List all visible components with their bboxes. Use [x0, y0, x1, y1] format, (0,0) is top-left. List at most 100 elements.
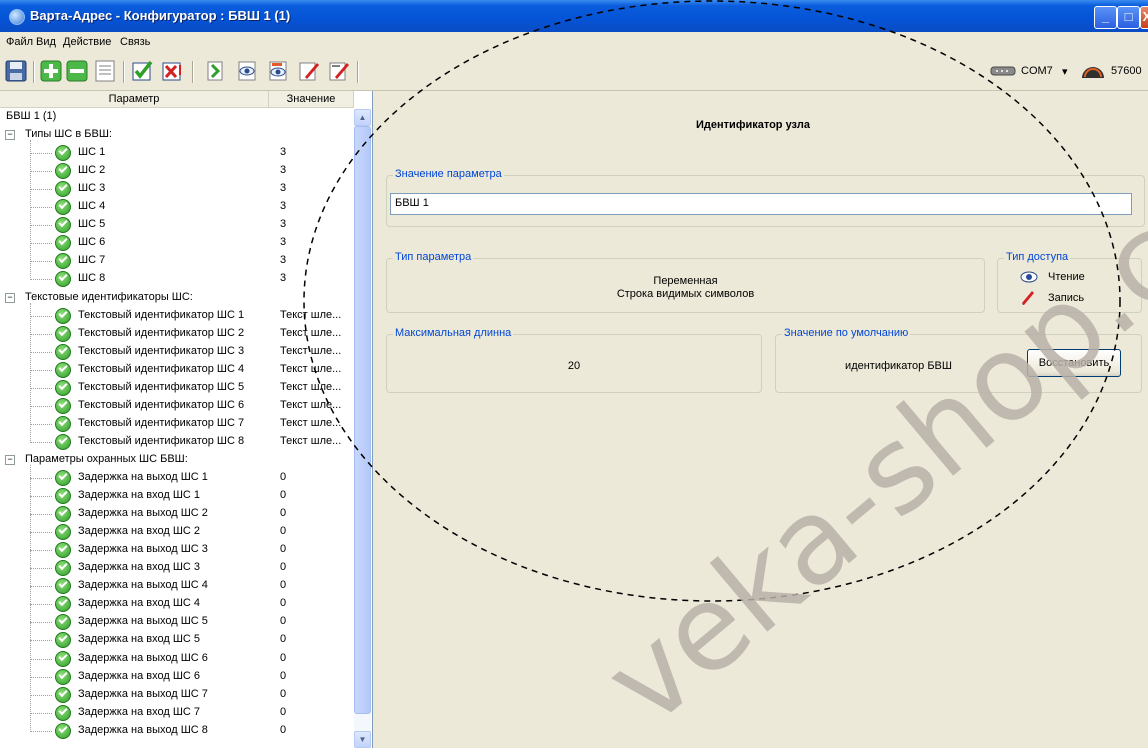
check-circle-icon — [55, 253, 71, 270]
tree-item[interactable]: Текстовый идентификатор ШС 3 Текст шле... — [0, 343, 352, 361]
tree-connector — [30, 171, 52, 173]
tree-group[interactable]: − Текстовые идентификаторы ШС: — [0, 289, 352, 307]
tree-item[interactable]: ШС 8 3 — [0, 270, 352, 288]
tree-item-value: 0 — [280, 561, 287, 574]
tree-item-value: Текст шле... — [280, 362, 342, 375]
tree-connector — [30, 140, 31, 279]
chevron-down-icon[interactable]: ▾ — [1062, 65, 1068, 78]
app-icon — [9, 9, 25, 25]
tree-group-label: Текстовые идентификаторы ШС: — [25, 290, 193, 303]
scroll-thumb[interactable] — [354, 126, 371, 714]
title-bar[interactable]: Варта-Адрес - Конфигуратор : БВШ 1 (1) _… — [0, 0, 1148, 32]
tree-item[interactable]: Задержка на вход ШС 2 0 — [0, 523, 352, 541]
save-icon[interactable] — [4, 59, 28, 83]
tree-item[interactable]: Задержка на выход ШС 4 0 — [0, 577, 352, 595]
tree-item[interactable]: ШС 2 3 — [0, 162, 352, 180]
add-icon[interactable] — [39, 59, 63, 83]
tree-item-label: Текстовый идентификатор ШС 5 — [78, 380, 245, 393]
tree-item[interactable]: ШС 4 3 — [0, 198, 352, 216]
tree-item-label: ШС 5 — [78, 218, 106, 231]
tree-item[interactable]: Задержка на вход ШС 1 0 — [0, 487, 352, 505]
menu-file[interactable]: Файл — [6, 36, 33, 48]
tree-item-value: 0 — [280, 633, 287, 646]
collapse-icon[interactable]: − — [5, 454, 15, 465]
tree-item[interactable]: Задержка на выход ШС 8 0 — [0, 722, 352, 740]
tree-item[interactable]: Задержка на вход ШС 5 0 — [0, 631, 352, 649]
close-button[interactable]: X — [1140, 6, 1148, 29]
value-input[interactable] — [391, 194, 1119, 212]
tree-item[interactable]: ШС 6 3 — [0, 234, 352, 252]
access-read-label: Чтение — [1048, 271, 1085, 283]
tree-item[interactable]: Текстовый идентификатор ШС 4 Текст шле... — [0, 361, 352, 379]
type-group-label: Тип параметра — [393, 251, 474, 263]
tree-item[interactable]: Задержка на вход ШС 4 0 — [0, 595, 352, 613]
check-circle-icon — [55, 181, 71, 198]
tree-item[interactable]: Задержка на вход ШС 3 0 — [0, 559, 352, 577]
collapse-icon[interactable]: − — [5, 292, 15, 303]
tree-item[interactable]: Текстовый идентификатор ШС 1 Текст шле... — [0, 307, 352, 325]
list-icon[interactable] — [93, 59, 117, 83]
tree-item[interactable]: Задержка на вход ШС 7 0 — [0, 704, 352, 722]
tree-item-value: Текст шле... — [280, 380, 342, 393]
menu-view[interactable]: Вид — [36, 36, 56, 48]
tree-item-label: Задержка на вход ШС 2 — [78, 525, 201, 538]
maximize-button[interactable]: □ — [1117, 6, 1140, 29]
value-field[interactable] — [390, 193, 1132, 215]
tree-item[interactable]: Задержка на выход ШС 2 0 — [0, 505, 352, 523]
column-header-value[interactable]: Значение — [269, 91, 354, 107]
maxlen-group-label: Максимальная длинна — [393, 327, 514, 339]
column-header-param[interactable]: Параметр — [0, 91, 269, 107]
tree-item[interactable]: Текстовый идентификатор ШС 7 Текст шле... — [0, 415, 352, 433]
tree-item[interactable]: ШС 5 3 — [0, 216, 352, 234]
menu-action[interactable]: Действие — [63, 36, 111, 48]
tree-item-value: 3 — [280, 164, 287, 177]
parameter-tree-panel: Параметр Значение БВШ 1 (1) − Типы ШС в БВ… — [0, 91, 373, 748]
parameter-detail-panel: Идентификатор узла Значение параметра Ти… — [373, 91, 1148, 748]
tree-group-label: Типы ШС в БВШ: — [25, 128, 112, 141]
tree-item[interactable]: Текстовый идентификатор ШС 5 Текст шле... — [0, 379, 352, 397]
tree-item[interactable]: Текстовый идентификатор ШС 2 Текст шле... — [0, 325, 352, 343]
tree-scrollbar[interactable]: ▲ ▼ — [354, 109, 371, 748]
tree-item[interactable]: Текстовый идентификатор ШС 6 Текст шле... — [0, 397, 352, 415]
com-port-select[interactable]: COM7 — [1021, 65, 1053, 77]
remove-icon[interactable] — [65, 59, 89, 83]
write-all-icon[interactable] — [327, 59, 351, 83]
tree-item[interactable]: Задержка на выход ШС 5 0 — [0, 613, 352, 631]
tree-item-label: Задержка на выход ШС 4 — [78, 579, 208, 592]
tree-item-value: 3 — [280, 254, 287, 267]
check-circle-icon — [55, 524, 71, 541]
write-icon[interactable] — [297, 59, 321, 83]
read-icon[interactable] — [204, 59, 228, 83]
tree-item[interactable]: Задержка на вход ШС 6 0 — [0, 668, 352, 686]
tree-group[interactable]: − Параметры охранных ШС БВШ: — [0, 451, 352, 469]
scroll-down-icon[interactable]: ▼ — [354, 731, 371, 748]
maxlen-group: Максимальная длинна 20 — [386, 327, 762, 393]
com-port-icon — [990, 65, 1016, 77]
tree-item[interactable]: Текстовый идентификатор ШС 8 Текст шле... — [0, 433, 352, 451]
tree-item-label: Текстовый идентификатор ШС 1 — [78, 308, 245, 321]
baud-rate-label: 57600 — [1111, 65, 1142, 77]
restore-button[interactable]: Восстановить — [1027, 349, 1121, 377]
tree-item-label: Задержка на выход ШС 7 — [78, 687, 208, 700]
read-all-icon[interactable] — [235, 59, 259, 83]
tree-item-value: 0 — [280, 615, 287, 628]
tree-group[interactable]: − Типы ШС в БВШ: — [0, 126, 352, 144]
check-icon[interactable] — [130, 59, 154, 83]
read-view-icon[interactable] — [266, 59, 290, 83]
menu-connection[interactable]: Связь — [120, 36, 150, 48]
tree-item[interactable]: Задержка на выход ШС 7 0 — [0, 686, 352, 704]
tree-item[interactable]: ШС 7 3 — [0, 252, 352, 270]
tree-item[interactable]: Задержка на выход ШС 3 0 — [0, 541, 352, 559]
tree-item[interactable]: ШС 1 3 — [0, 144, 352, 162]
check-circle-icon — [55, 361, 71, 378]
collapse-icon[interactable]: − — [5, 130, 15, 141]
minimize-button[interactable]: _ — [1094, 6, 1117, 29]
tree-item[interactable]: ШС 3 3 — [0, 180, 352, 198]
tree-item-value: 0 — [280, 489, 287, 502]
tree-item-label: Текстовый идентификатор ШС 7 — [78, 416, 245, 429]
tree-item[interactable]: Задержка на выход ШС 6 0 — [0, 650, 352, 668]
cross-icon[interactable] — [160, 59, 184, 83]
tree-root[interactable]: БВШ 1 (1) — [0, 108, 352, 126]
scroll-up-icon[interactable]: ▲ — [354, 109, 371, 126]
tree-item[interactable]: Задержка на выход ШС 1 0 — [0, 469, 352, 487]
